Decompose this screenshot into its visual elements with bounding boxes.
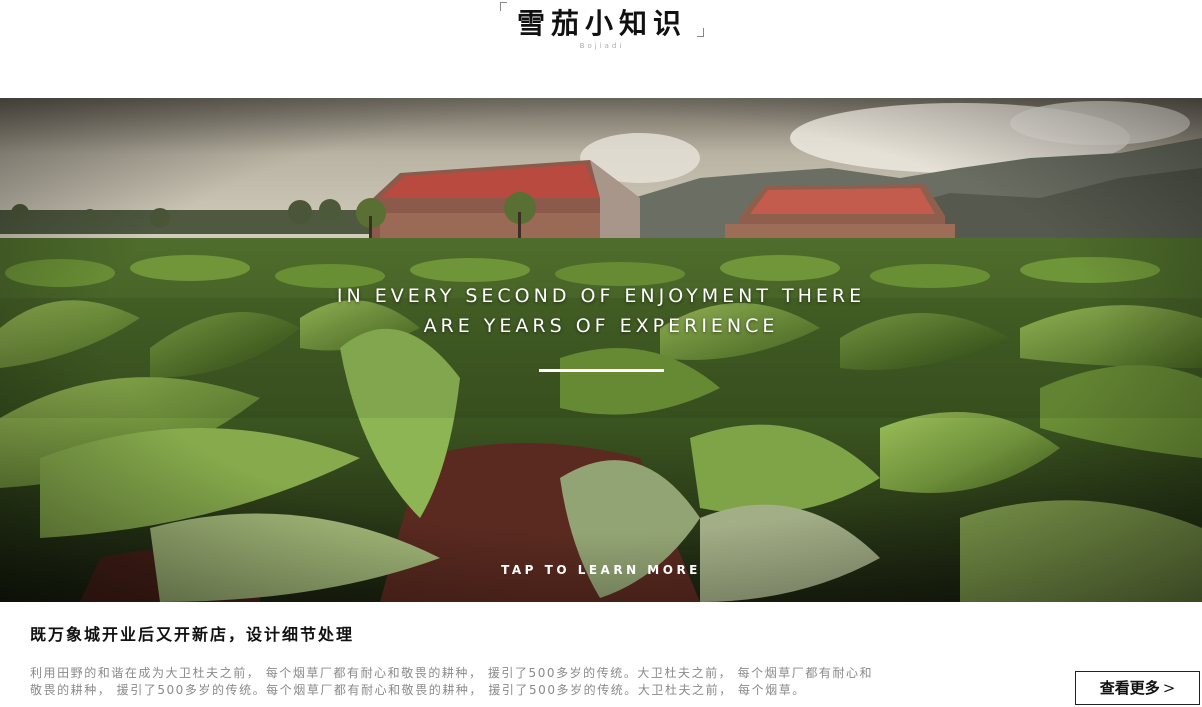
article-title: 既万象城开业后又开新店，设计细节处理 [30, 625, 355, 644]
brand-subtitle: Bojiadi [579, 42, 625, 50]
chevron-right-icon: > [1162, 679, 1176, 697]
article-summary-line1: 利用田野的和谐在成为大卫杜夫之前， 每个烟草厂都有耐心和敬畏的耕种， 援引了50… [30, 666, 874, 680]
brand-title: 雪茄小知识 [516, 7, 687, 40]
hero-banner[interactable]: IN EVERY SECOND OF ENJOYMENT THERE ARE Y… [0, 98, 1202, 602]
brand-logo: 雪茄小知识 Bojiadi [500, 0, 704, 60]
article-summary-line2: 敬畏的耕种， 援引了500多岁的传统。每个烟草厂都有耐心和敬畏的耕种， 援引了5… [30, 683, 806, 697]
tap-to-learn-more-link[interactable]: TAP TO LEARN MORE [0, 563, 1202, 577]
view-more-label: 查看更多 [1099, 679, 1160, 697]
hero-divider [539, 369, 664, 372]
hero-image-tobacco-field [0, 98, 1202, 602]
view-more-button[interactable]: 查看更多 > [1075, 671, 1200, 705]
article-summary: 利用田野的和谐在成为大卫杜夫之前， 每个烟草厂都有耐心和敬畏的耕种， 援引了50… [30, 665, 1020, 699]
hero-quote-line2: ARE YEARS OF EXPERIENCE [423, 315, 779, 337]
page-header: 雪茄小知识 Bojiadi [0, 0, 1202, 98]
hero-quote: IN EVERY SECOND OF ENJOYMENT THERE ARE Y… [0, 281, 1202, 341]
bracket-bottom-right [697, 28, 704, 37]
hero-quote-line1: IN EVERY SECOND OF ENJOYMENT THERE [336, 285, 866, 307]
